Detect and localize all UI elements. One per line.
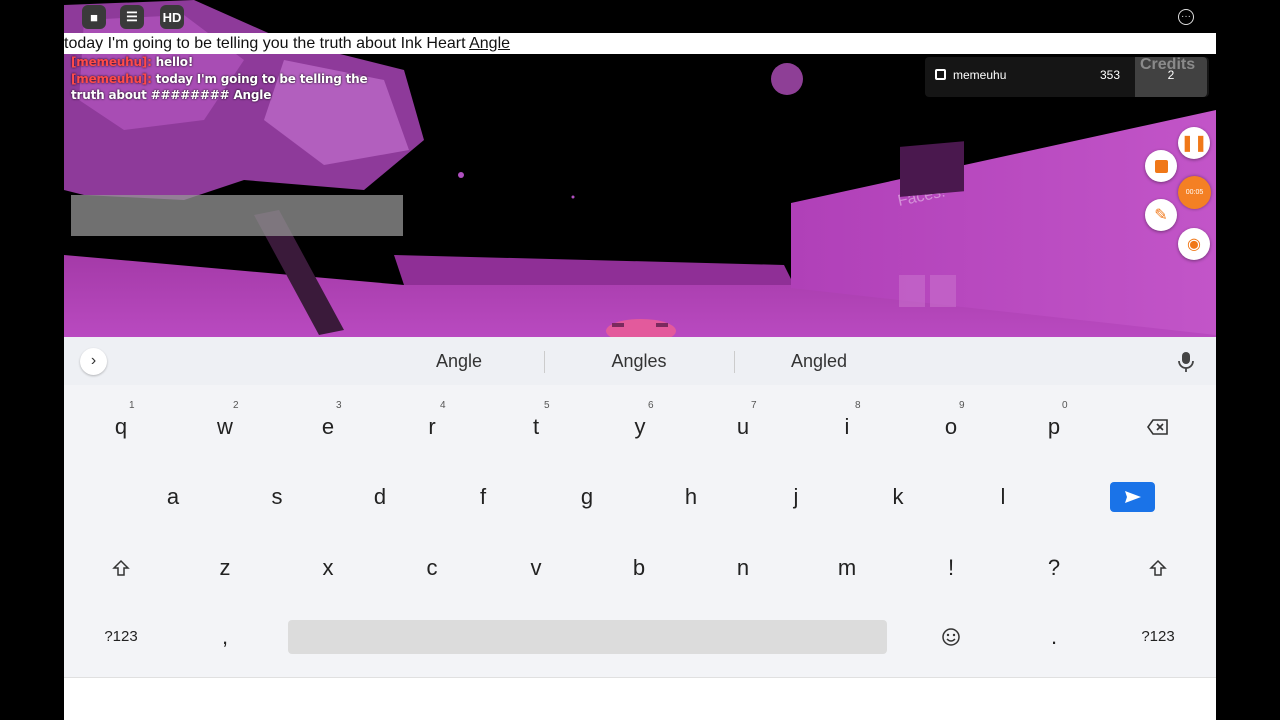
app-screen: Faces! ■ ☰ HD ··· today I'm going to be … (64, 0, 1216, 720)
key-m[interactable]: m (817, 543, 877, 593)
key-s[interactable]: s (247, 472, 307, 522)
shift-icon[interactable] (1128, 543, 1188, 593)
chat-text: hello! (155, 55, 194, 69)
leaderboard[interactable]: memeuhu 353 Credits 2 (925, 56, 1209, 97)
backspace-icon[interactable] (1128, 402, 1188, 452)
key-u[interactable]: u7 (713, 400, 773, 452)
key-exclamation[interactable]: ! (921, 543, 981, 593)
microphone-icon[interactable] (1177, 351, 1195, 373)
suggestion-bar: › Angle Angles Angled (64, 337, 1216, 385)
stop-icon[interactable] (1145, 150, 1177, 182)
key-n[interactable]: n (713, 543, 773, 593)
key-period[interactable]: . (1024, 612, 1084, 662)
player-icon (935, 69, 946, 80)
shift-icon[interactable] (91, 543, 151, 593)
symbols-key[interactable]: ?123 (1128, 612, 1188, 662)
key-p[interactable]: p0 (1024, 400, 1084, 452)
emoji-icon[interactable] (921, 612, 981, 662)
onscreen-keyboard: › Angle Angles Angled q1 w2 e3 r4 t5 y6 … (64, 337, 1216, 677)
hd-button[interactable]: HD (160, 5, 184, 29)
more-options-icon[interactable]: ··· (1178, 9, 1194, 25)
key-r[interactable]: r4 (402, 400, 462, 452)
key-z[interactable]: z (195, 543, 255, 593)
key-o[interactable]: o9 (921, 400, 981, 452)
key-f[interactable]: f (453, 472, 513, 522)
suggestion-1[interactable]: Angle (374, 351, 544, 372)
key-g[interactable]: g (557, 472, 617, 522)
key-comma[interactable]: , (195, 612, 255, 662)
camera-icon[interactable]: ◉ (1178, 228, 1210, 260)
leaderboard-credits-value: 2 (1167, 68, 1175, 82)
chat-message: [memeuhu]: hello! (71, 54, 391, 71)
key-v[interactable]: v (506, 543, 566, 593)
space-bar[interactable] (288, 620, 887, 654)
key-c[interactable]: c (402, 543, 462, 593)
brush-icon[interactable]: ✎ (1145, 199, 1177, 231)
key-x[interactable]: x (298, 543, 358, 593)
chevron-right-icon[interactable]: › (80, 348, 107, 375)
chat-message: [memeuhu]: today I'm going to be telling… (71, 71, 391, 104)
key-l[interactable]: l (973, 472, 1033, 522)
key-question[interactable]: ? (1024, 543, 1084, 593)
suggestion-3[interactable]: Angled (734, 351, 904, 372)
chat-input-text: today I'm going to be telling you the tr… (64, 35, 470, 52)
chat-username: [memeuhu]: (71, 55, 152, 69)
navigation-bar-area (64, 677, 1216, 720)
chat-input[interactable]: today I'm going to be telling you the tr… (64, 33, 1216, 54)
leaderboard-credits-column: Credits 2 (1135, 56, 1207, 97)
key-a[interactable]: a (143, 472, 203, 522)
game-viewport[interactable]: Faces! ■ ☰ HD ··· today I'm going to be … (64, 0, 1216, 337)
chat-input-current-word: Angle (469, 35, 511, 52)
key-y[interactable]: y6 (610, 400, 670, 452)
key-j[interactable]: j (766, 472, 826, 522)
key-h[interactable]: h (661, 472, 721, 522)
key-b[interactable]: b (609, 543, 669, 593)
chat-icon[interactable]: ☰ (120, 5, 144, 29)
key-q[interactable]: q1 (91, 400, 151, 452)
leaderboard-player-value: 353 (1100, 68, 1121, 82)
chat-username: [memeuhu]: (71, 71, 152, 86)
suggestion-2[interactable]: Angles (554, 351, 724, 372)
suggestion-divider (544, 351, 545, 373)
chat-log: [memeuhu]: hello! [memeuhu]: today I'm g… (71, 54, 391, 104)
leaderboard-player-name: memeuhu (953, 68, 1007, 82)
key-t[interactable]: t5 (506, 400, 566, 452)
roblox-logo-icon[interactable]: ■ (82, 5, 106, 29)
key-e[interactable]: e3 (298, 400, 358, 452)
recording-timer[interactable]: 00:05 (1178, 176, 1211, 209)
key-i[interactable]: i8 (817, 400, 877, 452)
key-d[interactable]: d (350, 472, 410, 522)
key-w[interactable]: w2 (195, 400, 255, 452)
key-k[interactable]: k (868, 472, 928, 522)
pause-icon[interactable]: ❚❚ (1178, 127, 1210, 159)
symbols-key[interactable]: ?123 (91, 612, 151, 662)
chat-box-overlay (71, 195, 403, 236)
send-icon[interactable] (1110, 482, 1155, 512)
